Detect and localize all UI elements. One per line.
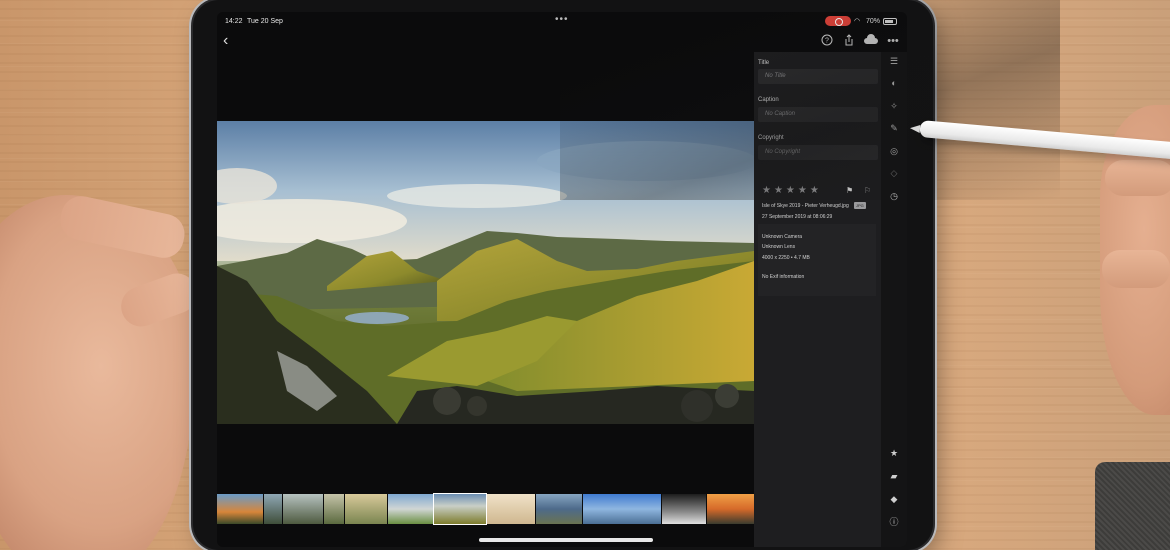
tool-rail: ☰ ◐ ✧ ✎ ◎ ◇ ◷ ★ ▰ ◆ ⓘ bbox=[881, 52, 907, 547]
status-time: 14:22 bbox=[225, 18, 243, 25]
chevron-left-icon[interactable]: ‹ bbox=[223, 32, 228, 50]
battery-percent: 70% bbox=[866, 18, 881, 25]
info-panel: Title No Title Caption No Caption Copyri… bbox=[754, 52, 881, 547]
dimensions: 4000 x 2250 • 4.7 MB bbox=[762, 255, 810, 261]
status-bar: 14:22 Tue 20 Sep ••• ◠ 70% bbox=[217, 12, 907, 34]
top-toolbar: ‹ ? ••• bbox=[217, 32, 907, 54]
thumbnail[interactable] bbox=[583, 494, 661, 524]
sliders-icon[interactable]: ☰ bbox=[887, 54, 901, 68]
thumbnail[interactable] bbox=[487, 494, 535, 524]
cloud-icon[interactable] bbox=[864, 34, 878, 48]
camera: Unknown Camera bbox=[762, 234, 803, 240]
screen-record-icon[interactable] bbox=[825, 16, 851, 26]
reject-flag-icon[interactable]: ⚐ bbox=[864, 186, 871, 195]
thumbnail[interactable] bbox=[324, 494, 344, 524]
thumbnail-selected[interactable] bbox=[433, 493, 487, 525]
right-finger bbox=[1102, 250, 1170, 288]
status-date: Tue 20 Sep bbox=[247, 18, 283, 25]
star-icon[interactable]: ★ bbox=[887, 446, 901, 460]
selective-icon[interactable]: ◐ bbox=[887, 76, 901, 90]
lens: Unknown Lens bbox=[762, 244, 796, 250]
exif-info: No Exif information bbox=[762, 274, 805, 280]
comment-icon[interactable]: ▰ bbox=[887, 469, 901, 483]
filmstrip bbox=[217, 492, 754, 528]
file-name: Isle of Skye 2019 - Pieter Verheugd.jpg bbox=[762, 203, 849, 209]
tag-icon[interactable]: ◆ bbox=[887, 492, 901, 506]
right-finger bbox=[1105, 160, 1170, 196]
crop-icon[interactable]: ✎ bbox=[887, 121, 901, 135]
file-type-badge: JPG bbox=[854, 202, 866, 209]
thumbnail[interactable] bbox=[345, 494, 387, 524]
thumbnail[interactable] bbox=[662, 494, 706, 524]
thumbnail[interactable] bbox=[707, 494, 754, 524]
ipad-screen: 14:22 Tue 20 Sep ••• ◠ 70% ‹ ? ••• Title… bbox=[217, 12, 907, 547]
sweater-sleeve bbox=[1095, 462, 1170, 550]
svg-text:?: ? bbox=[825, 38, 829, 45]
copyright-label: Copyright bbox=[758, 135, 784, 141]
help-icon[interactable]: ? bbox=[820, 34, 834, 48]
thumbnail[interactable] bbox=[217, 494, 263, 524]
multitask-dots-icon[interactable]: ••• bbox=[555, 14, 569, 25]
copyright-field[interactable]: No Copyright bbox=[758, 145, 878, 160]
battery-icon bbox=[883, 18, 897, 25]
title-field[interactable]: No Title bbox=[758, 69, 878, 84]
share-icon[interactable] bbox=[842, 34, 856, 48]
pick-flag-icon[interactable]: ⚑ bbox=[846, 186, 853, 195]
home-indicator[interactable] bbox=[479, 538, 653, 542]
geometry-icon[interactable]: ◎ bbox=[887, 144, 901, 158]
thumbnail[interactable] bbox=[283, 494, 323, 524]
title-label: Title bbox=[758, 60, 770, 66]
main-photo[interactable] bbox=[217, 121, 754, 424]
thumbnail[interactable] bbox=[388, 494, 433, 524]
info-icon[interactable]: ⓘ bbox=[887, 515, 901, 529]
presets-icon[interactable]: ◇ bbox=[887, 166, 901, 180]
more-icon[interactable]: ••• bbox=[886, 34, 900, 48]
thumbnail[interactable] bbox=[264, 494, 282, 524]
heal-icon[interactable]: ✧ bbox=[887, 99, 901, 113]
star-rating[interactable]: ★★★★★ bbox=[762, 185, 822, 196]
wifi-icon: ◠ bbox=[854, 18, 861, 25]
capture-date: 27 September 2019 at 08:06:29 bbox=[762, 214, 833, 220]
caption-label: Caption bbox=[758, 97, 779, 103]
caption-field[interactable]: No Caption bbox=[758, 107, 878, 122]
versions-icon[interactable]: ◷ bbox=[887, 189, 901, 203]
thumbnail[interactable] bbox=[536, 494, 582, 524]
